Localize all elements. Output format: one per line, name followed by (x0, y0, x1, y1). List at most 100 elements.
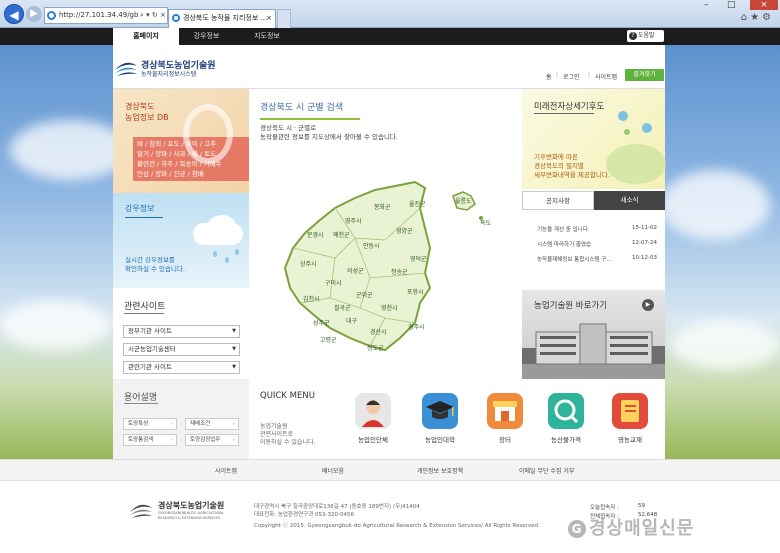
market-label[interactable]: 장터 (475, 434, 535, 444)
tab-news[interactable]: 새소식 (594, 191, 665, 210)
notice-date: 15-11-02 (632, 225, 657, 231)
center-sites-select[interactable]: 시군농업기술센터 (123, 343, 240, 356)
topnav-home[interactable]: 홈페이지 (113, 28, 179, 45)
notice-item[interactable]: 농작물재해정보 통합시스템 구... 10-12-03 (537, 255, 657, 263)
help-label: 도움말 (638, 32, 655, 39)
forward-button[interactable]: ▶ (26, 6, 42, 22)
region-label[interactable]: 울진군 (409, 199, 426, 208)
footer-nav (0, 459, 780, 481)
footer-privacy-link[interactable]: 개인정보 보호정책 (417, 466, 463, 475)
magnifier-icon[interactable] (548, 393, 584, 429)
farmer-college-label[interactable]: 농업인대학 (410, 434, 470, 444)
address-controls[interactable]: ⌕ ▾ ↻ × (138, 7, 168, 24)
farmer-group-icon[interactable] (355, 393, 391, 429)
region-label[interactable]: 독도 (480, 218, 491, 227)
notice-item[interactable]: 기능을 개선 중 입니다. 15-11-02 (537, 225, 657, 233)
term-button[interactable]: 토양통검색 (123, 434, 177, 446)
region-label[interactable]: 봉화군 (374, 202, 391, 211)
region-label[interactable]: 예천군 (333, 230, 350, 239)
tab-close-icon[interactable]: × (266, 10, 272, 27)
help-button[interactable]: ? 도움말 (627, 30, 664, 42)
region-label[interactable]: 포항시 (407, 287, 424, 296)
region-label[interactable]: 청도군 (367, 343, 384, 352)
arrow-right-icon[interactable]: ▶ (642, 299, 654, 311)
util-divider: | (556, 72, 559, 79)
term-button[interactable]: 토양검정업무 (185, 434, 239, 446)
notice-item[interactable]: 시스템 마라하기 줄였습 12-07-24 (537, 240, 657, 248)
region-label[interactable]: 군위군 (356, 290, 373, 299)
footer-banner-link[interactable]: 배너모음 (322, 466, 344, 475)
minimize-button[interactable]: – (704, 0, 709, 10)
graduation-cap-icon[interactable] (422, 393, 458, 429)
footer-logo-title: 경상북도농업기술원 (158, 501, 225, 510)
future-climate-underline (534, 113, 594, 114)
util-login-link[interactable]: 로그인 (563, 72, 580, 81)
footer-logo-sub2: RESEARCH & EXTENSION SERVICES (158, 516, 220, 520)
region-label[interactable]: 성주군 (313, 318, 330, 327)
related-sites-title: 관련사이트 (124, 302, 166, 312)
region-label[interactable]: 울릉도 (455, 196, 472, 205)
region-label[interactable]: 영양군 (396, 226, 413, 235)
favorite-button[interactable]: 즐겨찾기 (625, 69, 664, 81)
toolbar-icons[interactable]: ⌂★⚙ (741, 12, 774, 23)
region-label[interactable]: 대구 (346, 316, 357, 325)
watermark-text: 경상매일신문 (589, 518, 695, 539)
footer-sitemap-link[interactable]: 사이트맵 (215, 466, 237, 475)
gov-sites-select[interactable]: 정부기관 사이트 (123, 325, 240, 338)
region-label[interactable]: 고령군 (320, 335, 337, 344)
footer-address: 대구광역시 북구 칠곡중앙대로136길 47 (동호동 189번지) (우)41… (254, 504, 420, 510)
browser-toolbar: ◀ ▶ http://27.101.34.49/gbcrop/ ⌕ ▾ ↻ × … (0, 0, 780, 28)
maximize-button[interactable]: □ (727, 0, 736, 10)
tab-notice[interactable]: 공지사항 (522, 191, 594, 210)
gear-icon[interactable]: ⚙ (762, 12, 774, 23)
region-label[interactable]: 구미시 (325, 278, 342, 287)
background-cloud (670, 320, 780, 370)
region-label[interactable]: 안동시 (363, 241, 380, 250)
help-icon: ? (629, 32, 637, 40)
term-button[interactable]: 토양특성 (123, 418, 177, 430)
footer-email-link[interactable]: 이메일 무단 수집 거부 (519, 466, 574, 475)
map-search-underline (260, 118, 360, 120)
browser-tab-active[interactable]: 경상북도 농작물 지리정보 ... × (168, 9, 276, 28)
map-search-title: 경상북도 시 군별 검색 (260, 103, 344, 113)
rain-info-panel[interactable]: 강우정보 실시간 강우정보를 확인하실 수 있습니다. (113, 193, 249, 288)
close-window-button[interactable]: × (750, 0, 778, 10)
region-label[interactable]: 경산시 (370, 327, 387, 336)
back-button[interactable]: ◀ (4, 4, 24, 24)
farming-materials-label[interactable]: 영농교재 (600, 434, 660, 444)
future-climate-panel[interactable]: 미래전자상세기후도 기후변화에 따른 경상북도의 필지별 세부변화내역을 제공합… (522, 89, 666, 189)
star-icon[interactable]: ★ (750, 12, 762, 23)
quick-menu-title: QUICK MENU (260, 391, 315, 401)
region-label[interactable]: 문경시 (307, 230, 324, 239)
region-label[interactable]: 영주시 (345, 216, 362, 225)
region-label[interactable]: 영천시 (381, 303, 398, 312)
region-label[interactable]: 청송군 (391, 267, 408, 276)
agri-center-link-panel[interactable]: 농업기술원 바로가기 ▶ (522, 290, 665, 379)
new-tab-button[interactable] (277, 9, 291, 28)
map-search-desc: 경상북도 시 · 군별로 농작물관련 정보를 지도상에서 찾아볼 수 있습니다. (260, 124, 398, 142)
home-icon[interactable]: ⌂ (741, 12, 750, 23)
market-icon[interactable] (487, 393, 523, 429)
region-label[interactable]: 칠곡군 (334, 303, 351, 312)
agri-center-title: 농업기술원 바로가기 (534, 301, 608, 311)
site-logo[interactable]: 경상북도농업기술원 농작물지리정보시스템 (113, 58, 253, 80)
region-label[interactable]: 김천시 (303, 294, 320, 303)
raindrop-icon (235, 249, 239, 255)
region-label[interactable]: 의성군 (347, 266, 364, 275)
topnav-rain[interactable]: 강우정보 (179, 28, 234, 45)
term-button[interactable]: 재배조건 (185, 418, 239, 430)
topnav-map[interactable]: 지도정보 (234, 28, 300, 45)
farmer-group-label[interactable]: 농업인단체 (343, 434, 403, 444)
address-controls-text: ⌕ ▾ ↻ × (140, 11, 166, 19)
related-org-select[interactable]: 관련기관 사이트 (123, 361, 240, 374)
footer-copyright: Copyright ⓒ 2015. Gyeongsangbuk-do Agric… (254, 523, 540, 529)
ie-icon (47, 11, 56, 20)
region-label[interactable]: 영덕군 (410, 254, 427, 263)
region-label[interactable]: 경주시 (408, 322, 425, 331)
book-icon[interactable] (612, 393, 648, 429)
region-label[interactable]: 상주시 (300, 259, 317, 268)
produce-price-label[interactable]: 농산물가격 (536, 434, 596, 444)
util-sitemap-link[interactable]: 사이트맵 (595, 72, 617, 81)
util-home-link[interactable]: 홈 (546, 72, 552, 81)
decorative-dot (642, 123, 652, 133)
